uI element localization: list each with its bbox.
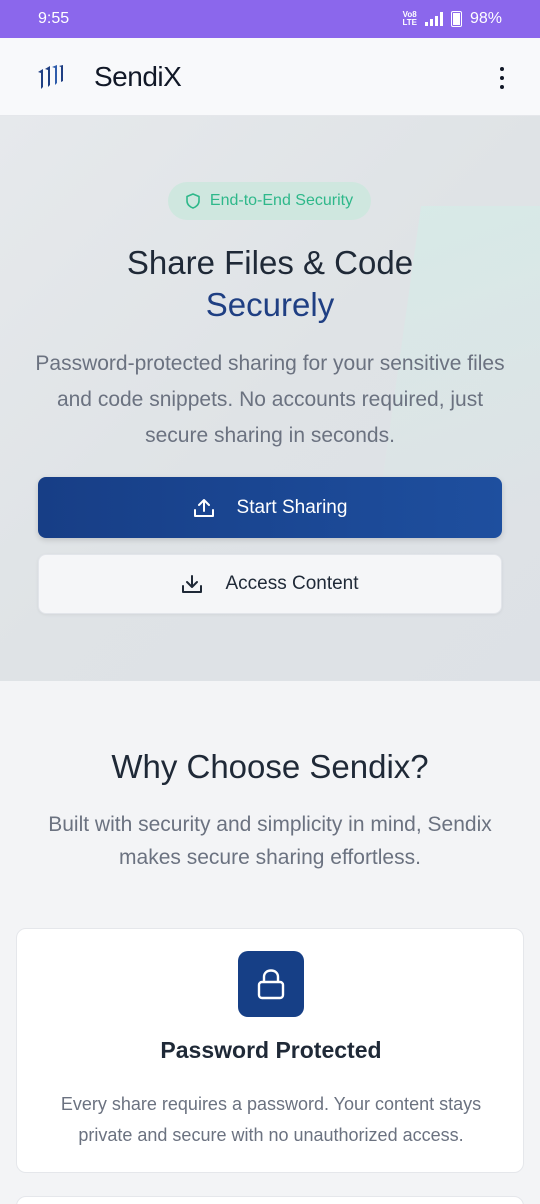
- upload-icon: [193, 498, 214, 517]
- why-description: Built with security and simplicity in mi…: [48, 813, 492, 869]
- hero-description: Password-protected sharing for your sens…: [35, 352, 505, 447]
- battery-icon: [450, 11, 462, 27]
- download-icon: [182, 575, 203, 593]
- why-title: Why Choose Sendix?: [111, 748, 429, 785]
- brand-name[interactable]: SendiX: [94, 61, 182, 93]
- feature-card-next: [16, 1196, 524, 1204]
- more-vert-icon[interactable]: [498, 67, 506, 89]
- hero-section: End-to-End Security Share Files & Code S…: [0, 116, 540, 681]
- access-content-button[interactable]: Access Content: [38, 554, 502, 614]
- feature-title: Password Protected: [160, 1037, 382, 1063]
- volte-icon: Vo8 LTE: [402, 10, 417, 27]
- security-badge: End-to-End Security: [168, 182, 371, 220]
- feature-description: Every share requires a password. Your co…: [60, 1094, 482, 1145]
- shield-icon: [186, 193, 200, 209]
- lock-icon: [238, 951, 304, 1017]
- app-header: SendiX: [0, 38, 540, 116]
- badge-label: End-to-End Security: [209, 192, 354, 209]
- sendix-logo-icon[interactable]: [36, 63, 64, 91]
- hero-title: Share Files & Code: [126, 244, 414, 281]
- access-content-label: Access Content: [225, 573, 359, 594]
- hero-title-highlight: Securely: [205, 286, 335, 323]
- status-bar: 9:55 Vo8 LTE 98%: [0, 0, 540, 38]
- battery-level: 98%: [469, 10, 502, 27]
- start-sharing-button[interactable]: Start Sharing: [38, 477, 502, 538]
- start-sharing-label: Start Sharing: [236, 496, 348, 518]
- signal-icon: [424, 12, 443, 26]
- status-icons: Vo8 LTE 98%: [402, 10, 502, 28]
- status-time: 9:55: [38, 10, 70, 27]
- feature-card-password: Password Protected Every share requires …: [16, 928, 524, 1173]
